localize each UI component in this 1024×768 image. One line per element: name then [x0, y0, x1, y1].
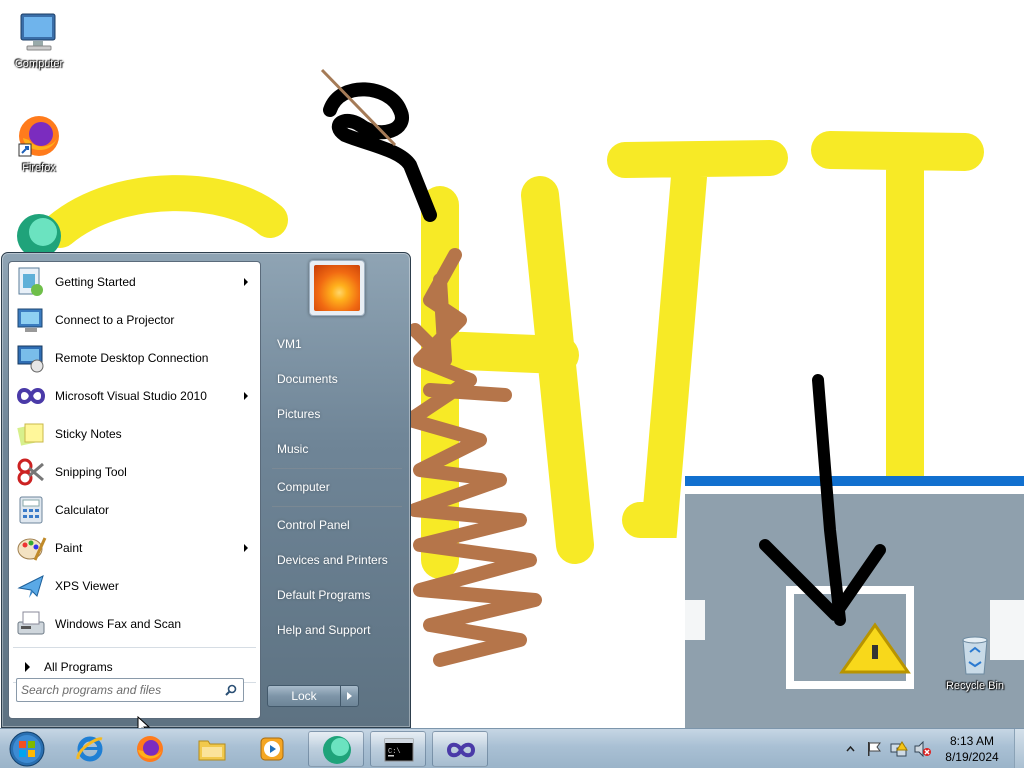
menu-item-default-programs[interactable]: Default Programs	[268, 582, 404, 608]
submenu-arrow-icon	[244, 278, 248, 286]
program-label: Calculator	[55, 503, 110, 517]
separator	[272, 506, 402, 507]
desktop-icon-firefox[interactable]: Firefox	[1, 112, 77, 175]
program-label: Paint	[55, 541, 83, 555]
programs-pane: Getting Started Connect to a Projector R…	[8, 261, 261, 719]
search-input[interactable]	[21, 682, 211, 698]
taskbar: C:\ 8:13 AM 8/19/2024	[0, 728, 1024, 768]
computer-icon	[15, 8, 63, 56]
lock-options-button[interactable]	[340, 685, 359, 707]
program-sticky-notes[interactable]: Sticky Notes	[11, 416, 258, 452]
svg-text:C:\: C:\	[388, 748, 401, 756]
program-label: Microsoft Visual Studio 2010	[55, 389, 207, 403]
search-icon[interactable]	[225, 684, 237, 696]
menu-item-pictures[interactable]: Pictures	[268, 401, 404, 427]
show-hidden-icons-icon[interactable]	[846, 745, 855, 753]
ie-icon	[76, 736, 103, 762]
program-label: Windows Fax and Scan	[55, 617, 182, 631]
taskbar-media-player[interactable]	[244, 731, 300, 767]
program-snipping-tool[interactable]: Snipping Tool	[11, 454, 258, 490]
xps-viewer-icon	[15, 570, 47, 602]
program-label: Getting Started	[55, 275, 136, 289]
paint-icon	[15, 532, 47, 564]
visual-studio-icon	[446, 742, 476, 758]
yellow-t1-stroke	[607, 140, 788, 538]
menu-item-user[interactable]: VM1	[268, 331, 404, 357]
program-xps-viewer[interactable]: XPS Viewer	[11, 568, 258, 604]
yellow-c-stroke	[42, 175, 288, 248]
program-label: XPS Viewer	[55, 579, 119, 593]
submenu-arrow-icon	[244, 544, 248, 552]
search-box[interactable]	[16, 678, 244, 702]
all-programs-button[interactable]: All Programs	[11, 654, 258, 680]
sticky-notes-icon	[15, 418, 47, 450]
arrow-right-icon	[347, 692, 352, 700]
separator	[272, 468, 402, 469]
desktop-icon-label: Firefox	[22, 162, 56, 174]
user-picture[interactable]	[309, 260, 365, 316]
recycle-bin-icon	[951, 630, 999, 678]
desktop-icon-label: Computer	[14, 58, 64, 70]
menu-item-devices-printers[interactable]: Devices and Printers	[268, 547, 404, 573]
menu-item-computer[interactable]: Computer	[268, 474, 404, 500]
taskbar-app[interactable]	[308, 731, 364, 767]
program-calculator[interactable]: Calculator	[11, 492, 258, 528]
cmd-icon: C:\	[384, 738, 414, 762]
getting-started-icon	[15, 266, 47, 298]
firefox-icon	[137, 736, 163, 762]
network-icon[interactable]	[890, 741, 908, 757]
desktop-icon-computer[interactable]: Computer	[1, 8, 77, 71]
program-remote-desktop[interactable]: Remote Desktop Connection	[11, 340, 258, 376]
program-getting-started[interactable]: Getting Started	[11, 264, 258, 300]
desktop-icon-label: Recycle Bin	[945, 680, 1005, 692]
flower-avatar-icon	[314, 265, 360, 311]
taskbar-command-prompt[interactable]: C:\	[370, 731, 426, 767]
program-label: Snipping Tool	[55, 465, 127, 479]
black-scribble-top	[323, 82, 437, 222]
media-player-icon	[260, 737, 284, 761]
taskbar-firefox[interactable]	[122, 731, 178, 767]
menu-item-documents[interactable]: Documents	[268, 366, 404, 392]
desktop-icon-recycle-bin[interactable]: Recycle Bin	[937, 630, 1013, 693]
menu-item-control-panel[interactable]: Control Panel	[268, 512, 404, 538]
all-programs-label: All Programs	[44, 660, 113, 674]
show-desktop-button[interactable]	[1014, 729, 1024, 768]
fax-scan-icon	[15, 608, 47, 640]
clock-date: 8/19/2024	[945, 750, 999, 764]
volume-muted-icon[interactable]	[914, 741, 932, 757]
start-menu: Getting Started Connect to a Projector R…	[1, 252, 411, 728]
separator	[13, 647, 256, 648]
program-fax-scan[interactable]: Windows Fax and Scan	[11, 606, 258, 642]
program-visual-studio[interactable]: Microsoft Visual Studio 2010	[11, 378, 258, 414]
taskbar-file-explorer[interactable]	[184, 731, 240, 767]
program-connect-projector[interactable]: Connect to a Projector	[11, 302, 258, 338]
submenu-arrow-icon	[244, 392, 248, 400]
menu-item-music[interactable]: Music	[268, 436, 404, 462]
firefox-icon	[15, 112, 63, 160]
program-label: Remote Desktop Connection	[55, 351, 209, 365]
app-icon	[323, 736, 351, 764]
clock-time: 8:13 AM	[949, 734, 995, 748]
clock[interactable]: 8:13 AM 8/19/2024	[932, 733, 1012, 765]
program-paint[interactable]: Paint	[11, 530, 258, 566]
menu-item-help-support[interactable]: Help and Support	[268, 617, 404, 643]
calculator-icon	[15, 494, 47, 526]
taskbar-visual-studio[interactable]	[432, 731, 488, 767]
taskbar-internet-explorer[interactable]	[62, 731, 118, 767]
action-center-flag-icon[interactable]	[866, 741, 882, 757]
yellow-t2-stroke	[811, 131, 984, 499]
start-button[interactable]	[7, 730, 47, 768]
program-label: Sticky Notes	[55, 427, 122, 441]
projector-icon	[15, 304, 47, 336]
remote-desktop-icon	[15, 342, 47, 374]
all-programs-arrow-icon	[25, 662, 30, 672]
visual-studio-icon	[15, 380, 47, 412]
program-label: Connect to a Projector	[55, 313, 175, 327]
lock-button[interactable]: Lock	[267, 685, 341, 707]
snipping-tool-icon	[15, 456, 47, 488]
folder-icon	[198, 740, 226, 761]
